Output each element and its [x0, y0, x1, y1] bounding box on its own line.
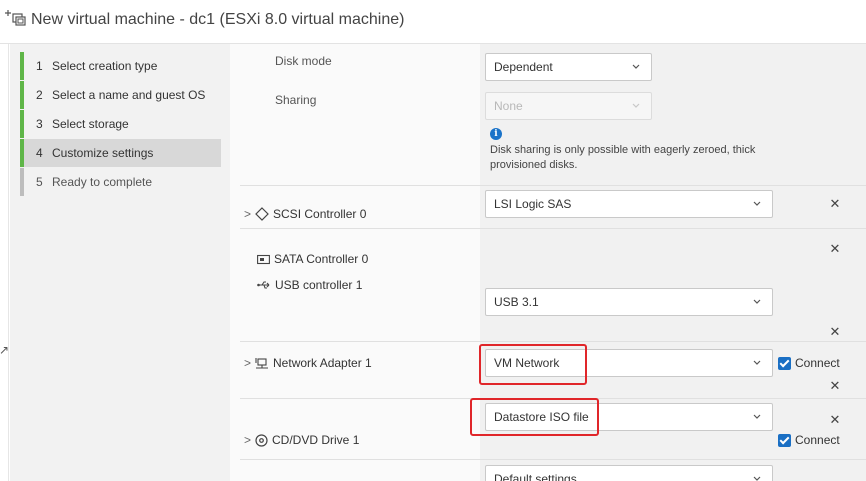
wizard-step-creation-type[interactable]: 1 Select creation type — [20, 52, 231, 80]
cd-dvd-connect-label: Connect — [795, 433, 840, 447]
wizard-step-ready[interactable]: 5 Ready to complete — [20, 168, 231, 196]
chevron-right-icon: > — [244, 356, 252, 370]
wizard-step-label: Ready to complete — [52, 175, 153, 189]
wizard-step-customize-settings[interactable]: 4 Customize settings — [20, 139, 231, 167]
disk-mode-select[interactable]: Dependent — [485, 53, 652, 81]
usb-controller-label: USB controller 1 — [275, 278, 363, 292]
remove-network-button[interactable]: ✕ — [829, 378, 841, 394]
network-connect-label: Connect — [795, 356, 840, 370]
disk-mode-value: Dependent — [494, 60, 553, 74]
cd-dvd-connect-checkbox[interactable]: Connect — [778, 433, 840, 447]
usb-controller-row: USB controller 1 — [257, 278, 362, 292]
cd-dvd-icon — [255, 433, 268, 447]
remove-sata-button[interactable]: ✕ — [829, 241, 841, 257]
divider — [240, 228, 866, 229]
wizard-step-label: Select storage — [52, 117, 129, 131]
left-edge — [0, 44, 9, 481]
sata-controller-label: SATA Controller 0 — [274, 252, 369, 266]
network-adapter-icon — [255, 357, 269, 369]
customize-settings-panel: Disk mode Dependent Sharing None i Disk … — [230, 44, 866, 481]
scsi-controller-type-value: LSI Logic SAS — [494, 197, 572, 211]
scsi-controller-icon — [255, 207, 269, 221]
checkbox-checked-icon — [778, 433, 791, 447]
divider — [240, 459, 866, 460]
wizard-step-select-storage[interactable]: 3 Select storage — [20, 110, 231, 138]
network-value: VM Network — [494, 356, 560, 370]
remove-usb-button[interactable]: ✕ — [829, 324, 841, 340]
sidebar-gutter — [221, 44, 230, 481]
sharing-info-text: Disk sharing is only possible with eager… — [490, 144, 756, 171]
sharing-value: None — [494, 99, 523, 113]
chevron-down-icon — [753, 476, 761, 481]
network-adapter-row[interactable]: > Network Adapter 1 — [244, 356, 372, 370]
cd-dvd-source-value: Datastore ISO file — [494, 410, 589, 424]
wizard-step-label: Select creation type — [52, 59, 158, 73]
checkbox-checked-icon — [778, 356, 791, 370]
network-adapter-label: Network Adapter 1 — [273, 356, 372, 370]
scsi-controller-row[interactable]: > SCSI Controller 0 — [244, 207, 366, 221]
divider — [240, 185, 866, 186]
wizard-step-name-guest-os[interactable]: 2 Select a name and guest OS — [20, 81, 231, 109]
network-select[interactable]: VM Network — [485, 349, 773, 377]
chevron-down-icon — [632, 103, 640, 108]
divider — [240, 341, 866, 342]
wizard-step-label: Customize settings — [52, 146, 154, 160]
chevron-down-icon — [753, 414, 761, 419]
scsi-controller-label: SCSI Controller 0 — [273, 207, 367, 221]
scsi-controller-type-select[interactable]: LSI Logic SAS — [485, 190, 773, 218]
wizard-steps-sidebar: 1 Select creation type 2 Select a name and… — [10, 44, 231, 481]
title-bar: New virtual machine - dc1 (ESXi 8.0 virt… — [0, 0, 866, 44]
divider — [240, 398, 866, 399]
cd-dvd-drive-label: CD/DVD Drive 1 — [272, 433, 360, 447]
usb-icon — [257, 281, 270, 289]
window-title: New virtual machine - dc1 (ESXi 8.0 virt… — [31, 11, 405, 28]
sata-controller-row: SATA Controller 0 — [257, 252, 368, 266]
chevron-down-icon — [753, 299, 761, 304]
info-icon: i — [490, 128, 502, 140]
default-settings-value: Default settings — [494, 472, 577, 481]
disk-mode-label: Disk mode — [275, 54, 332, 68]
sata-controller-icon — [257, 254, 270, 264]
usb-type-select[interactable]: USB 3.1 — [485, 288, 773, 316]
chevron-down-icon — [753, 201, 761, 206]
usb-type-value: USB 3.1 — [494, 295, 539, 309]
sharing-select[interactable]: None — [485, 92, 652, 120]
remove-cd-dvd-button[interactable]: ✕ — [829, 412, 841, 428]
chevron-down-icon — [632, 64, 640, 69]
chevron-down-icon — [753, 360, 761, 365]
default-settings-select[interactable]: Default settings — [485, 465, 773, 481]
cd-dvd-source-select[interactable]: Datastore ISO file — [485, 403, 773, 431]
sharing-label: Sharing — [275, 93, 317, 107]
cursor-icon: ↗ — [0, 343, 10, 357]
chevron-right-icon: > — [244, 433, 252, 447]
cd-dvd-drive-row[interactable]: > CD/DVD Drive 1 — [244, 433, 359, 447]
network-connect-checkbox[interactable]: Connect — [778, 356, 840, 370]
wizard-step-label: Select a name and guest OS — [52, 88, 206, 102]
new-vm-icon — [5, 10, 26, 26]
chevron-right-icon: > — [244, 207, 252, 221]
remove-scsi-button[interactable]: ✕ — [829, 196, 841, 212]
